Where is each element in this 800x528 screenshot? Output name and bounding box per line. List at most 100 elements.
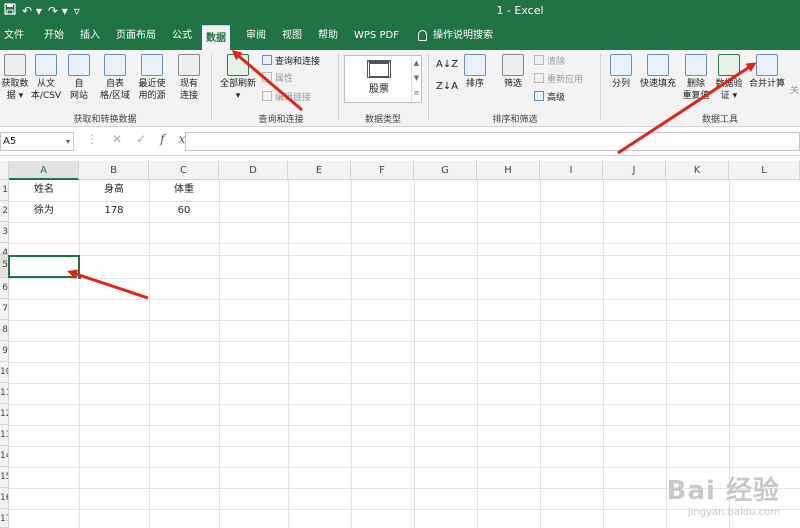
text-to-columns-icon bbox=[610, 54, 632, 76]
tab-file[interactable]: 文件 bbox=[0, 22, 28, 50]
tab-page-layout[interactable]: 页面布局 bbox=[112, 22, 160, 50]
existing-connections-button[interactable]: 现有 连接 bbox=[174, 54, 204, 102]
watermark-url: jingyan.baidu.com bbox=[687, 507, 780, 518]
row-header[interactable]: 2 bbox=[0, 201, 9, 222]
from-text-csv-button[interactable]: 从文 本/CSV bbox=[28, 54, 64, 102]
sort-ascending-button[interactable]: A↓Z bbox=[436, 58, 458, 72]
enter-icon[interactable]: ✓ bbox=[136, 132, 160, 146]
column-header[interactable]: D bbox=[219, 161, 288, 180]
row-header[interactable]: 4 bbox=[0, 243, 9, 255]
gridline bbox=[9, 243, 800, 244]
tab-wps-pdf[interactable]: WPS PDF bbox=[350, 22, 403, 50]
data-validation-button[interactable]: 数据验 证 ▾ bbox=[710, 54, 748, 102]
ribbon-separator bbox=[338, 54, 339, 120]
advanced-filter-icon bbox=[534, 91, 544, 101]
get-data-button[interactable]: 获取数 据 ▾ bbox=[0, 54, 30, 102]
tab-view[interactable]: 视图 bbox=[278, 22, 306, 50]
gridline bbox=[9, 320, 800, 321]
text-to-columns-button[interactable]: 分列 bbox=[606, 54, 636, 90]
row-header[interactable]: 13 bbox=[0, 425, 9, 446]
column-header[interactable]: F bbox=[351, 161, 414, 180]
bank-icon bbox=[367, 60, 391, 78]
sort-descending-button[interactable]: Z↓A bbox=[436, 80, 458, 94]
row-header[interactable]: 9 bbox=[0, 341, 9, 362]
consolidate-button[interactable]: 合并计算 bbox=[744, 54, 790, 90]
formula-controls: ⋮✕✓fx bbox=[86, 132, 199, 146]
from-table-button[interactable]: 自表 格/区域 bbox=[96, 54, 134, 102]
gridline bbox=[9, 362, 800, 363]
gallery-scroll[interactable]: ▲ ▼ ≡ bbox=[411, 56, 421, 102]
cell-c2[interactable]: 60 bbox=[149, 201, 219, 221]
select-all-corner[interactable] bbox=[0, 161, 9, 180]
formula-bar-resize-icon[interactable]: ⋮ bbox=[86, 132, 112, 146]
cell-b2[interactable]: 178 bbox=[79, 201, 149, 221]
sort-button[interactable]: 排序 bbox=[460, 54, 490, 90]
reapply-button[interactable]: 重新应用 bbox=[534, 73, 583, 87]
cell-a2[interactable]: 徐为 bbox=[9, 201, 79, 221]
gridline bbox=[9, 278, 800, 279]
column-header[interactable]: E bbox=[288, 161, 351, 180]
tab-formulas[interactable]: 公式 bbox=[168, 22, 196, 50]
tab-help[interactable]: 帮助 bbox=[314, 22, 342, 50]
properties-button[interactable]: 属性 bbox=[262, 72, 293, 86]
edit-links-button[interactable]: 编辑链接 bbox=[262, 91, 311, 105]
formula-input[interactable] bbox=[185, 132, 800, 151]
column-header[interactable]: J bbox=[603, 161, 666, 180]
gridline bbox=[9, 255, 800, 256]
gridline bbox=[351, 180, 352, 528]
cell-c1[interactable]: 体重 bbox=[149, 180, 219, 200]
row-header[interactable]: 3 bbox=[0, 222, 9, 243]
column-header[interactable]: B bbox=[79, 161, 149, 180]
relationships-button[interactable]: 关 bbox=[790, 84, 799, 98]
row-header[interactable]: 17 bbox=[0, 509, 9, 528]
row-header[interactable]: 12 bbox=[0, 404, 9, 425]
row-header[interactable]: 7 bbox=[0, 299, 9, 320]
column-header[interactable]: L bbox=[729, 161, 800, 180]
tab-data[interactable]: 数据 bbox=[202, 25, 230, 50]
row-header[interactable]: 6 bbox=[0, 278, 9, 299]
clear-filter-button[interactable]: 清除 bbox=[534, 55, 565, 69]
column-header[interactable]: G bbox=[414, 161, 477, 180]
from-web-button[interactable]: 自 网站 bbox=[66, 54, 92, 102]
row-header[interactable]: 16 bbox=[0, 488, 9, 509]
tab-review[interactable]: 审阅 bbox=[242, 22, 270, 50]
queries-connections-button[interactable]: 查询和连接 bbox=[262, 55, 320, 69]
ribbon-separator bbox=[211, 54, 212, 120]
remove-duplicates-button[interactable]: 删除 重复值 bbox=[678, 54, 714, 102]
stocks-data-type[interactable]: 股票 bbox=[349, 60, 409, 95]
advanced-filter-button[interactable]: 高级 bbox=[534, 91, 565, 105]
row-header[interactable]: 14 bbox=[0, 446, 9, 467]
column-header[interactable]: K bbox=[666, 161, 729, 180]
column-header[interactable]: I bbox=[540, 161, 603, 180]
row-header[interactable]: 10 bbox=[0, 362, 9, 383]
refresh-all-button[interactable]: 全部刷新 ▾ bbox=[216, 54, 260, 102]
tab-insert[interactable]: 插入 bbox=[76, 22, 104, 50]
group-label-data-tools: 数据工具 bbox=[701, 115, 738, 125]
column-header[interactable]: H bbox=[477, 161, 540, 180]
column-header[interactable]: A bbox=[9, 161, 79, 180]
properties-icon bbox=[262, 72, 272, 82]
clear-filter-icon bbox=[534, 55, 544, 65]
row-header[interactable]: 1 bbox=[0, 180, 9, 201]
tab-home[interactable]: 开始 bbox=[40, 22, 68, 50]
group-label-get-transform: 获取和转换数据 bbox=[73, 115, 137, 125]
active-cell-a5[interactable] bbox=[8, 255, 82, 280]
row-header[interactable]: 8 bbox=[0, 320, 9, 341]
row-header[interactable]: 15 bbox=[0, 467, 9, 488]
ribbon-separator bbox=[600, 54, 601, 120]
column-header[interactable]: C bbox=[149, 161, 219, 180]
tell-me-search[interactable]: 操作说明搜索 bbox=[414, 22, 497, 50]
flash-fill-button[interactable]: 快速填充 bbox=[636, 54, 680, 90]
name-box-dropdown-icon[interactable]: ▾ bbox=[66, 133, 70, 150]
cancel-icon[interactable]: ✕ bbox=[112, 132, 136, 146]
data-type-gallery[interactable]: 股票 ▲ ▼ ≡ bbox=[344, 55, 422, 103]
window-title: 1 - Excel bbox=[496, 4, 544, 17]
fill-handle[interactable] bbox=[77, 275, 82, 280]
filter-button[interactable]: 筛选 bbox=[498, 54, 528, 90]
recent-sources-button[interactable]: 最近使 用的源 bbox=[134, 54, 170, 102]
gridline bbox=[540, 180, 541, 528]
name-box[interactable]: A5 ▾ bbox=[0, 132, 74, 151]
cell-a1[interactable]: 姓名 bbox=[9, 180, 79, 200]
row-header[interactable]: 11 bbox=[0, 383, 9, 404]
cell-b1[interactable]: 身高 bbox=[79, 180, 149, 200]
